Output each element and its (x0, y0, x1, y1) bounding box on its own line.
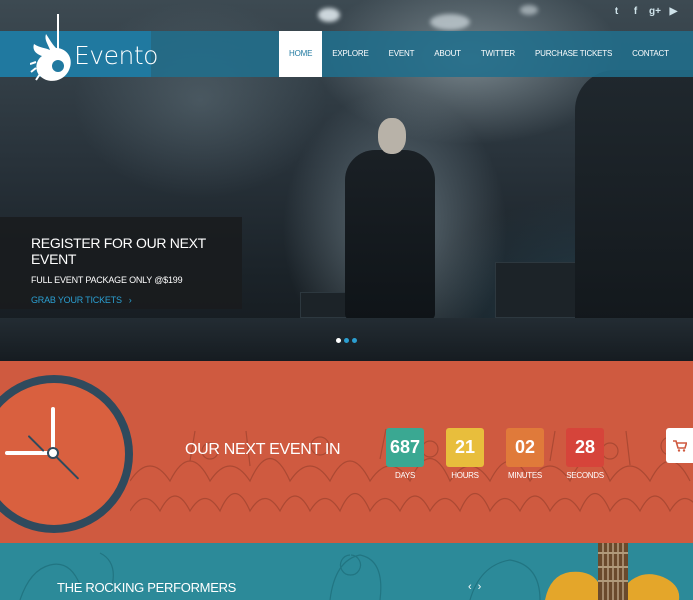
brand-name: Evento (74, 41, 158, 70)
slider-dot-1[interactable] (336, 338, 341, 343)
hours-label: HOURS (451, 471, 479, 480)
cart-icon (672, 439, 687, 452)
timer-seconds: 28 SECONDS (566, 428, 604, 480)
social-links: t f g+ ▶ (611, 6, 679, 17)
nav-about[interactable]: ABOUT (424, 31, 471, 77)
hero-banner: t f g+ ▶ Evento HOME EXPLORE EVENT ABOUT… (0, 0, 693, 361)
youtube-icon[interactable]: ▶ (668, 6, 679, 17)
promo-title: REGISTER FOR OUR NEXT EVENT (31, 235, 206, 267)
hours-value: 21 (446, 428, 484, 467)
stage-light (520, 5, 538, 15)
countdown-section: OUR NEXT EVENT IN 687 DAYS 21 HOURS 02 M… (0, 361, 693, 543)
chevron-right-icon: › (128, 295, 132, 305)
grab-tickets-label: GRAB YOUR TICKETS (31, 295, 122, 305)
slider-dot-3[interactable] (352, 338, 357, 343)
seconds-label: SECONDS (566, 471, 604, 480)
seconds-value: 28 (566, 428, 604, 467)
google-plus-icon[interactable]: g+ (649, 6, 661, 17)
performers-section: THE ROCKING PERFORMERS ‹ › (0, 543, 693, 600)
days-value: 687 (386, 428, 424, 467)
minutes-value: 02 (506, 428, 544, 467)
countdown-title: OUR NEXT EVENT IN (185, 441, 341, 458)
slider-dots (336, 338, 357, 343)
slider-dot-2[interactable] (344, 338, 349, 343)
performers-title: THE ROCKING PERFORMERS (57, 580, 237, 595)
chevron-left-icon[interactable]: ‹ (468, 581, 472, 593)
stage-light (318, 8, 340, 22)
amplifier (495, 262, 580, 318)
promo-subtitle: FULL EVENT PACKAGE ONLY @$199 (31, 275, 183, 285)
main-nav: HOME EXPLORE EVENT ABOUT TWITTER PURCHAS… (279, 31, 679, 77)
guitar-logo-icon (30, 14, 71, 81)
days-label: DAYS (395, 471, 415, 480)
clock-second-tail (27, 435, 45, 452)
nav-event[interactable]: EVENT (379, 31, 425, 77)
clock-hour-hand (5, 451, 53, 455)
promo-box: REGISTER FOR OUR NEXT EVENT FULL EVENT P… (0, 217, 242, 309)
minutes-label: MINUTES (508, 471, 542, 480)
grab-tickets-link[interactable]: GRAB YOUR TICKETS › (31, 295, 132, 305)
nav-home[interactable]: HOME (279, 31, 323, 77)
twitter-icon[interactable]: t (611, 6, 622, 17)
nav-explore[interactable]: EXPLORE (322, 31, 378, 77)
nav-purchase-tickets[interactable]: PURCHASE TICKETS (525, 31, 622, 77)
timer-hours: 21 HOURS (446, 428, 484, 480)
cart-button[interactable] (666, 428, 693, 463)
timer-days: 687 DAYS (386, 428, 424, 480)
nav-contact[interactable]: CONTACT (622, 31, 679, 77)
guitar-illustration (545, 543, 680, 600)
performers-nav: ‹ › (468, 581, 481, 593)
guitarist-figure (575, 70, 693, 340)
clock-center (47, 447, 59, 459)
chevron-right-icon[interactable]: › (478, 581, 482, 593)
clock-icon (0, 375, 133, 533)
singer-figure (345, 150, 435, 320)
stage-light (430, 14, 470, 30)
nav-twitter[interactable]: TWITTER (471, 31, 525, 77)
singer-head (378, 118, 406, 154)
timer-minutes: 02 MINUTES (506, 428, 544, 480)
facebook-icon[interactable]: f (630, 6, 641, 17)
